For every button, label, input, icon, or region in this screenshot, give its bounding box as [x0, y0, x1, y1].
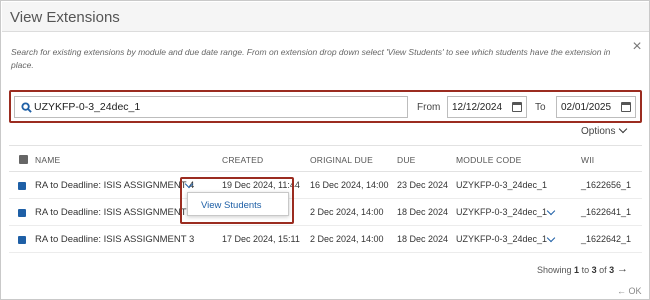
row-original-due: 16 Dec 2024, 14:00: [310, 180, 389, 190]
row-actions-dropdown: View Students: [187, 192, 289, 216]
row-name: RA to Deadline: ISIS ASSIGNMENT 3: [35, 207, 195, 218]
row-checkbox[interactable]: [18, 209, 26, 217]
select-all-checkbox[interactable]: [19, 155, 28, 164]
from-date-value: 12/12/2024: [452, 102, 503, 113]
to-label: To: [535, 102, 546, 113]
row-due: 23 Dec 2024: [397, 180, 449, 190]
from-label: From: [417, 102, 441, 113]
column-header-wii[interactable]: WII: [581, 155, 594, 165]
total-count: 3: [609, 265, 615, 275]
column-header-original-due[interactable]: ORIGINAL DUE: [310, 155, 373, 165]
row-checkbox[interactable]: [18, 182, 26, 190]
table-row: RA to Deadline: ISIS ASSIGNMENT 3 2 Dec …: [9, 199, 642, 226]
row-created: 19 Dec 2024, 11:44: [222, 180, 300, 190]
module-search-input[interactable]: UZYKFP-0-3_24dec_1: [14, 96, 408, 118]
row-module-code: UZYKFP-0-3_24dec_1: [456, 207, 548, 217]
pagination-status: Showing 1 to 3 of 3: [537, 265, 614, 275]
view-extensions-dialog: View Extensions × Search for existing ex…: [0, 0, 650, 300]
row-original-due: 2 Dec 2024, 14:00: [310, 234, 384, 244]
dialog-title: View Extensions: [10, 9, 120, 26]
instructions-text: Search for existing extensions by module…: [11, 47, 611, 70]
row-name: RA to Deadline: ISIS ASSIGNMENT 4: [35, 180, 195, 191]
calendar-icon[interactable]: [512, 102, 522, 112]
dialog-titlebar: View Extensions: [2, 2, 649, 32]
search-icon: [21, 102, 32, 113]
options-label: Options: [581, 126, 616, 137]
module-code-chevron-icon[interactable]: [546, 206, 556, 216]
table-row: RA to Deadline: ISIS ASSIGNMENT 4 19 Dec…: [9, 172, 642, 199]
column-header-created[interactable]: CREATED: [222, 155, 263, 165]
options-dropdown[interactable]: Options: [581, 124, 628, 137]
table-header: NAME CREATED ORIGINAL DUE DUE MODULE COD…: [9, 145, 642, 172]
range-start: 1: [574, 265, 580, 275]
row-wii: _1622656_1: [581, 180, 632, 190]
to-word: to: [581, 265, 590, 275]
showing-prefix: Showing: [537, 265, 572, 275]
to-date-value: 02/01/2025: [561, 102, 612, 113]
view-students-menu-item[interactable]: View Students: [201, 200, 262, 211]
row-checkbox[interactable]: [18, 236, 26, 244]
column-header-due[interactable]: DUE: [397, 155, 416, 165]
search-input-value: UZYKFP-0-3_24dec_1: [34, 101, 141, 113]
column-header-name[interactable]: NAME: [35, 155, 60, 165]
row-module-code: UZYKFP-0-3_24dec_1: [456, 234, 548, 244]
column-header-module-code[interactable]: MODULE CODE: [456, 155, 522, 165]
row-due: 18 Dec 2024: [397, 207, 449, 217]
of-word: of: [599, 265, 607, 275]
ok-button[interactable]: ← OK: [617, 286, 642, 296]
to-date-field[interactable]: 02/01/2025: [556, 96, 636, 118]
row-due: 18 Dec 2024: [397, 234, 449, 244]
row-wii: _1622641_1: [581, 207, 632, 217]
range-end: 3: [591, 265, 597, 275]
table-row: RA to Deadline: ISIS ASSIGNMENT 3 17 Dec…: [9, 226, 642, 253]
next-page-arrow-icon[interactable]: →: [617, 263, 628, 275]
row-name: RA to Deadline: ISIS ASSIGNMENT 3: [35, 234, 195, 245]
calendar-icon[interactable]: [621, 102, 631, 112]
close-icon[interactable]: ×: [629, 39, 645, 55]
chevron-down-icon: [619, 124, 628, 134]
module-code-chevron-icon[interactable]: [546, 233, 556, 243]
row-wii: _1622642_1: [581, 234, 632, 244]
row-created: 17 Dec 2024, 15:11: [222, 234, 300, 244]
row-original-due: 2 Dec 2024, 14:00: [310, 207, 384, 217]
row-module-code: UZYKFP-0-3_24dec_1: [456, 180, 548, 190]
from-date-field[interactable]: 12/12/2024: [447, 96, 527, 118]
